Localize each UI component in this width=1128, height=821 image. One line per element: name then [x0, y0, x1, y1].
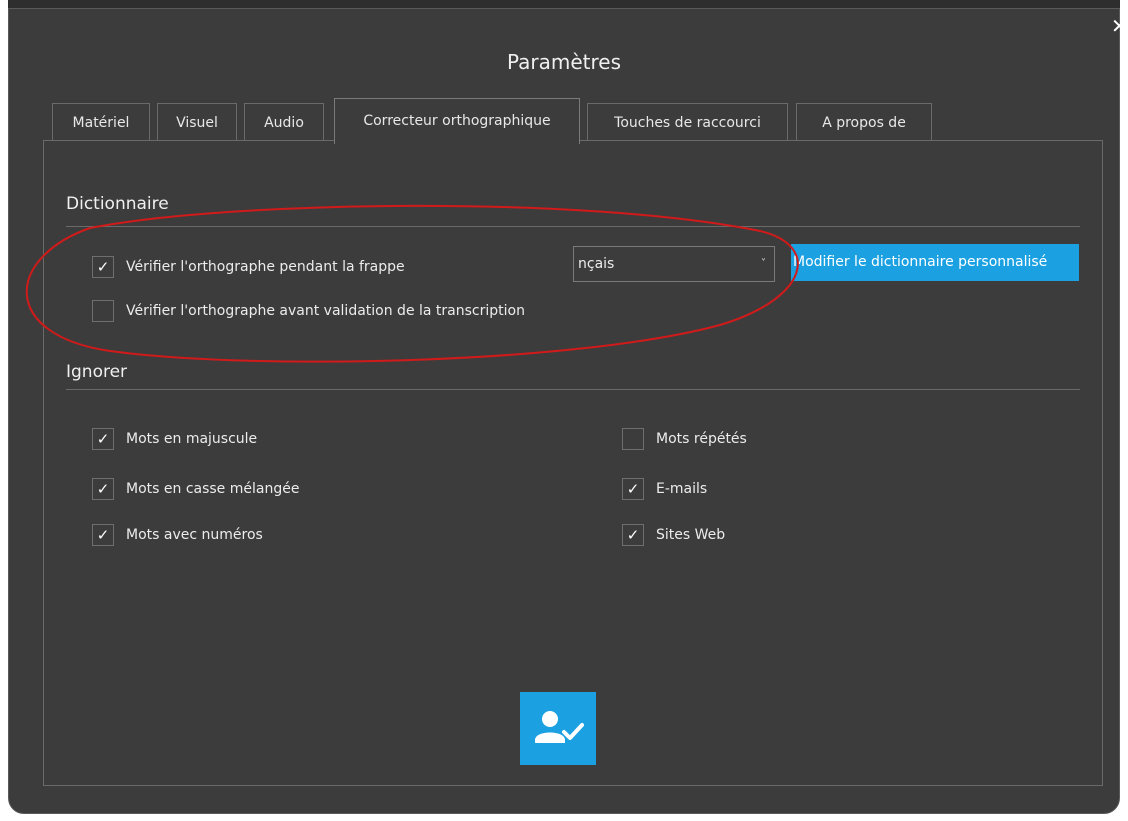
dictionary-section-title: Dictionnaire	[66, 194, 169, 214]
ignore-with-numbers-label: Mots avec numéros	[126, 527, 263, 543]
ignore-uppercase-checkbox[interactable]: ✓	[92, 428, 114, 450]
ignore-mixed-case-option[interactable]: ✓ Mots en casse mélangée	[92, 476, 299, 502]
ignore-emails-option[interactable]: ✓ E-mails	[622, 476, 707, 502]
ignore-uppercase-option[interactable]: ✓ Mots en majuscule	[92, 426, 257, 452]
tab-audio[interactable]: Audio	[244, 103, 324, 141]
ignore-websites-label: Sites Web	[656, 527, 726, 543]
check-while-typing-label: Vérifier l'orthographe pendant la frappe	[126, 259, 405, 275]
check-while-typing-checkbox[interactable]: ✓	[92, 256, 114, 278]
language-select-value: nçais	[578, 256, 615, 272]
ignore-websites-option[interactable]: ✓ Sites Web	[622, 522, 725, 548]
dialog-title: Paramètres	[506, 50, 622, 74]
dictionary-divider	[66, 226, 1080, 227]
ignore-websites-checkbox[interactable]: ✓	[622, 524, 644, 546]
tab-touches-de-raccourci[interactable]: Touches de raccourci	[587, 103, 788, 141]
apply-settings-button[interactable]	[520, 692, 596, 765]
tab-correcteur-orthographique[interactable]: Correcteur orthographique	[334, 98, 580, 144]
ignore-with-numbers-checkbox[interactable]: ✓	[92, 524, 114, 546]
close-icon[interactable]: ✕	[1111, 14, 1128, 38]
edit-custom-dictionary-button[interactable]: Modifier le dictionnaire personnalisé	[791, 244, 1079, 281]
check-while-typing-option[interactable]: ✓ Vérifier l'orthographe pendant la frap…	[92, 254, 405, 280]
tab-materiel[interactable]: Matériel	[52, 103, 150, 141]
ignore-mixed-case-label: Mots en casse mélangée	[126, 481, 300, 497]
ignore-section-title: Ignorer	[66, 362, 128, 382]
check-before-validation-option[interactable]: Vérifier l'orthographe avant validation …	[92, 298, 525, 324]
ignore-with-numbers-option[interactable]: ✓ Mots avec numéros	[92, 522, 263, 548]
ignore-uppercase-label: Mots en majuscule	[126, 431, 258, 447]
ignore-repeated-label: Mots répétés	[656, 431, 747, 447]
ignore-emails-checkbox[interactable]: ✓	[622, 478, 644, 500]
ignore-repeated-checkbox[interactable]	[622, 428, 644, 450]
check-before-validation-checkbox[interactable]	[92, 300, 114, 322]
user-check-icon	[535, 711, 584, 743]
ignore-divider	[66, 389, 1080, 390]
chevron-down-icon: ˅	[761, 258, 766, 269]
tab-visuel[interactable]: Visuel	[157, 103, 237, 141]
ignore-repeated-option[interactable]: Mots répétés	[622, 426, 747, 452]
check-before-validation-label: Vérifier l'orthographe avant validation …	[126, 303, 525, 319]
tab-a-propos-de[interactable]: A propos de	[796, 103, 932, 141]
language-select[interactable]: nçais ˅	[573, 246, 775, 282]
ignore-emails-label: E-mails	[656, 481, 708, 497]
window-top-bar	[8, 0, 1120, 8]
ignore-mixed-case-checkbox[interactable]: ✓	[92, 478, 114, 500]
spellcheck-panel	[43, 140, 1103, 786]
